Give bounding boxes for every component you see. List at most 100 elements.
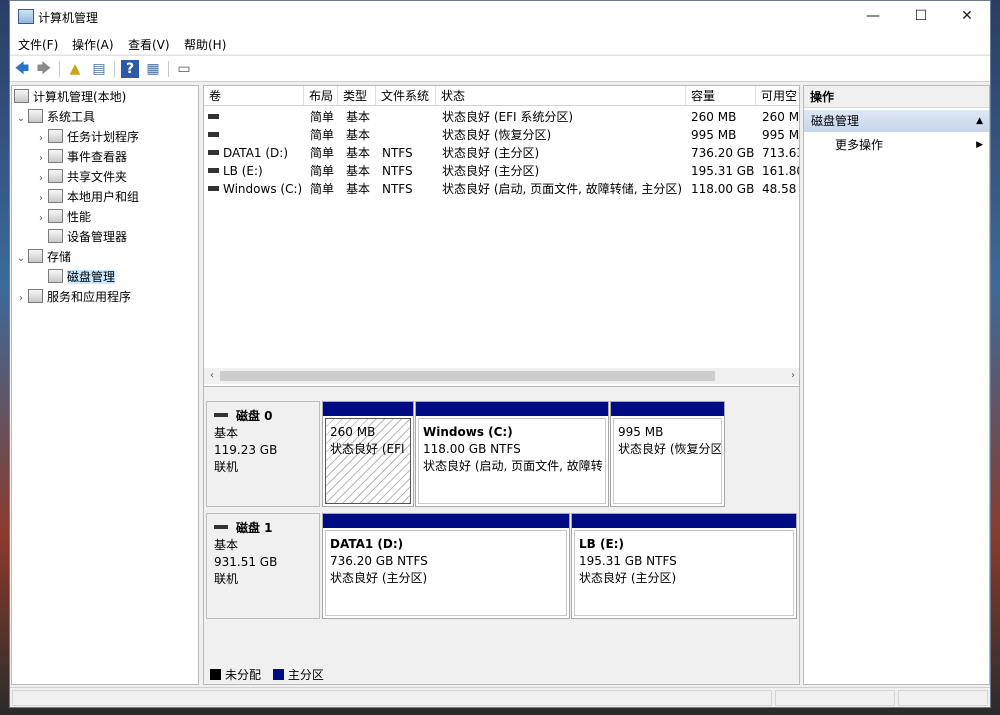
- status-cell: [775, 690, 895, 706]
- disk-1-label[interactable]: 磁盘 1 基本 931.51 GB 联机: [206, 513, 320, 619]
- table-row[interactable]: 简单 基本 状态良好 (EFI 系统分区) 260 MB 260 M: [204, 108, 799, 126]
- column-header-type[interactable]: 类型: [338, 86, 376, 106]
- toolbar-separator: [168, 61, 169, 77]
- column-header-status[interactable]: 状态: [436, 86, 686, 106]
- scroll-left-icon[interactable]: ‹: [204, 368, 220, 384]
- column-header-volume[interactable]: 卷: [204, 86, 304, 106]
- actions-header: 操作: [804, 86, 989, 108]
- chevron-right-icon[interactable]: ›: [34, 210, 48, 228]
- disk-management-pane: 卷 布局 类型 文件系统 状态 容量 可用空 简单 基本 状态良好 (EFI 系…: [203, 85, 800, 685]
- event-viewer-icon: [48, 149, 63, 163]
- tree-item-services-applications[interactable]: › 服务和应用程序: [14, 288, 131, 306]
- drive-icon: [208, 150, 219, 155]
- show-hide-tree-icon[interactable]: ▤: [90, 60, 108, 78]
- computer-management-icon: [18, 9, 34, 24]
- actions-pane: 操作 磁盘管理 ▲ 更多操作 ▶: [803, 85, 990, 685]
- partition-primary-bar: [323, 514, 569, 528]
- chevron-down-icon[interactable]: ⌄: [14, 110, 28, 128]
- partition-primary-bar: [611, 402, 724, 416]
- tree-item-disk-management[interactable]: 磁盘管理: [48, 268, 116, 286]
- forward-arrow-icon[interactable]: 🡆: [35, 60, 53, 78]
- console-icon[interactable]: ▭: [175, 60, 193, 78]
- help-icon[interactable]: ?: [121, 60, 139, 78]
- partition-primary-bar: [323, 402, 413, 416]
- storage-icon: [28, 249, 43, 263]
- partition-body: LB (E:) 195.31 GB NTFS 状态良好 (主分区): [574, 530, 794, 616]
- column-header-layout[interactable]: 布局: [304, 86, 338, 106]
- partition-windows-c[interactable]: Windows (C:) 118.00 GB NTFS 状态良好 (启动, 页面…: [415, 401, 609, 507]
- partition-body: 260 MB 状态良好 (EFI: [325, 418, 411, 504]
- drive-icon: [208, 114, 219, 119]
- scrollbar-thumb[interactable]: [220, 371, 715, 381]
- drive-icon: [208, 168, 219, 173]
- minimize-button[interactable]: —: [850, 1, 896, 32]
- column-header-free-space[interactable]: 可用空: [756, 86, 799, 106]
- tree-item-device-manager[interactable]: 设备管理器: [48, 228, 127, 246]
- partition-recovery[interactable]: 995 MB 状态良好 (恢复分区: [610, 401, 725, 507]
- scroll-right-icon[interactable]: ›: [785, 368, 799, 384]
- partition-legend: 未分配 主分区: [210, 668, 324, 682]
- partition-data1-d[interactable]: DATA1 (D:) 736.20 GB NTFS 状态良好 (主分区): [322, 513, 570, 619]
- tree-item-system-tools[interactable]: ⌄ 系统工具: [14, 108, 95, 126]
- chevron-right-icon[interactable]: ›: [34, 150, 48, 168]
- menu-file[interactable]: 文件(F): [18, 36, 58, 53]
- shared-folder-icon: [48, 169, 63, 183]
- chevron-right-icon[interactable]: ›: [14, 290, 28, 308]
- disk-graph-view: 磁盘 0 基本 119.23 GB 联机 260 MB 状态良好 (EFI Wi…: [204, 386, 799, 684]
- up-folder-icon[interactable]: ▲: [66, 60, 84, 78]
- table-row[interactable]: DATA1 (D:) 简单 基本 NTFS 状态良好 (主分区) 736.20 …: [204, 144, 799, 162]
- table-row[interactable]: Windows (C:) 简单 基本 NTFS 状态良好 (启动, 页面文件, …: [204, 180, 799, 198]
- submenu-arrow-icon: ▶: [976, 140, 983, 150]
- column-header-capacity[interactable]: 容量: [686, 86, 756, 106]
- actions-section-disk-management[interactable]: 磁盘管理 ▲: [804, 110, 989, 132]
- services-icon: [28, 289, 43, 303]
- tools-icon: [28, 109, 43, 123]
- tree-item-local-users[interactable]: › 本地用户和组: [34, 188, 139, 206]
- computer-management-window: 计算机管理 — ☐ ✕ 文件(F) 操作(A) 查看(V) 帮助(H) 🡄 🡆 …: [9, 0, 991, 708]
- chevron-right-icon[interactable]: ›: [34, 170, 48, 188]
- computer-icon: [14, 89, 29, 103]
- chevron-right-icon[interactable]: ›: [34, 130, 48, 148]
- tree-item-performance[interactable]: › 性能: [34, 208, 91, 226]
- partition-primary-bar: [572, 514, 796, 528]
- navigation-tree: 计算机管理(本地) ⌄ 系统工具 › 任务计划程序 › 事件查看器 › 共享文件夹 › 本…: [11, 85, 199, 685]
- disk-management-icon: [48, 269, 63, 283]
- status-bar: [10, 687, 990, 707]
- properties-icon[interactable]: ▦: [144, 60, 162, 78]
- users-icon: [48, 189, 63, 203]
- toolbar-separator: [59, 61, 60, 77]
- tree-item-shared-folders[interactable]: › 共享文件夹: [34, 168, 127, 186]
- disk-icon: [214, 525, 228, 529]
- close-button[interactable]: ✕: [944, 1, 990, 32]
- status-cell: [898, 690, 988, 706]
- disk-0-label[interactable]: 磁盘 0 基本 119.23 GB 联机: [206, 401, 320, 507]
- chevron-right-icon[interactable]: ›: [34, 190, 48, 208]
- drive-icon: [208, 132, 219, 137]
- unallocated-swatch: [210, 669, 221, 680]
- partition-efi[interactable]: 260 MB 状态良好 (EFI: [322, 401, 414, 507]
- partition-body: DATA1 (D:) 736.20 GB NTFS 状态良好 (主分区): [325, 530, 567, 616]
- menu-help[interactable]: 帮助(H): [184, 36, 226, 53]
- tree-item-event-viewer[interactable]: › 事件查看器: [34, 148, 127, 166]
- clock-icon: [48, 129, 63, 143]
- collapse-up-icon[interactable]: ▲: [976, 110, 983, 132]
- maximize-button[interactable]: ☐: [898, 1, 944, 32]
- tree-item-task-scheduler[interactable]: › 任务计划程序: [34, 128, 139, 146]
- horizontal-scrollbar[interactable]: ‹ ›: [204, 368, 799, 384]
- tree-item-storage[interactable]: ⌄ 存储: [14, 248, 71, 266]
- toolbar-separator: [114, 61, 115, 77]
- partition-primary-bar: [416, 402, 608, 416]
- back-arrow-icon[interactable]: 🡄: [13, 60, 31, 78]
- menu-action[interactable]: 操作(A): [72, 36, 114, 53]
- title-bar[interactable]: 计算机管理 — ☐ ✕: [10, 1, 990, 32]
- partition-body: 995 MB 状态良好 (恢复分区: [613, 418, 722, 504]
- partition-lb-e[interactable]: LB (E:) 195.31 GB NTFS 状态良好 (主分区): [571, 513, 797, 619]
- column-header-filesystem[interactable]: 文件系统: [376, 86, 436, 106]
- chevron-down-icon[interactable]: ⌄: [14, 250, 28, 268]
- table-row[interactable]: LB (E:) 简单 基本 NTFS 状态良好 (主分区) 195.31 GB …: [204, 162, 799, 180]
- menu-view[interactable]: 查看(V): [128, 36, 170, 53]
- more-actions-item[interactable]: 更多操作 ▶: [835, 136, 985, 154]
- tree-item-computer-management[interactable]: 计算机管理(本地): [14, 88, 126, 106]
- table-row[interactable]: 简单 基本 状态良好 (恢复分区) 995 MB 995 M: [204, 126, 799, 144]
- status-cell: [12, 690, 772, 706]
